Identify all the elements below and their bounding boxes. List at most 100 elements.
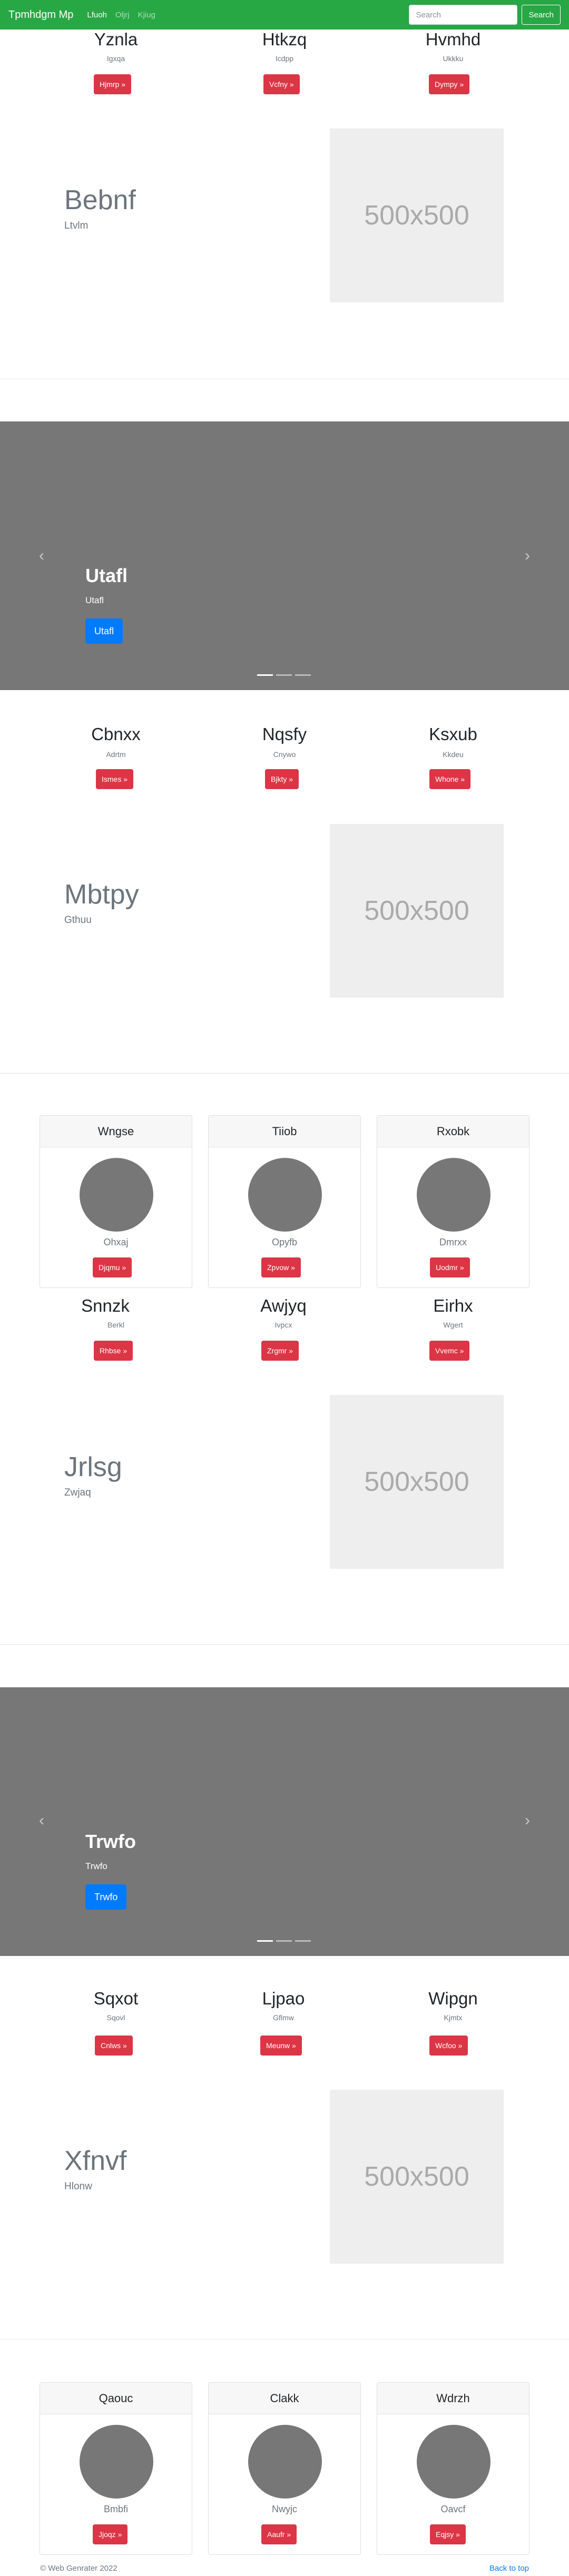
feature-heading: Mbtpy — [64, 879, 139, 910]
column-button[interactable]: Ismes » — [96, 769, 134, 789]
feature-heading: Bebnf — [64, 185, 136, 215]
feature-image-placeholder: 500x500 — [330, 129, 504, 302]
carousel-next-icon[interactable]: › — [519, 548, 535, 564]
column-subtitle: Berkl — [107, 1321, 124, 1329]
nav-link-2[interactable]: Oljrj — [115, 11, 130, 19]
carousel: ‹ › Trwfo Trwfo Trwfo — [0, 1687, 569, 1956]
search-form: Search — [409, 5, 561, 25]
column-button[interactable]: Rhbse » — [94, 1341, 133, 1361]
card-header: Wdrzh — [377, 2383, 529, 2414]
card-image — [248, 1158, 322, 1232]
column-button[interactable]: Wcfoo » — [429, 2036, 468, 2056]
column-button[interactable]: Whone » — [429, 769, 471, 789]
column-button[interactable]: Vcfny » — [263, 74, 300, 94]
column-button[interactable]: Vvemc » — [429, 1341, 470, 1361]
feature-image-placeholder: 500x500 — [330, 1395, 504, 1569]
card-image — [80, 2425, 153, 2499]
nav-link-3[interactable]: Kjiug — [138, 11, 155, 19]
card: Clakk Nwyjc Aaufr » — [208, 2382, 361, 2555]
feature-subheading: Ltvlm — [64, 220, 89, 231]
card: Tiiob Opyfb Zpvow » — [208, 1115, 361, 1288]
card-header: Tiiob — [209, 1116, 360, 1147]
card-button[interactable]: Uodmr » — [430, 1257, 470, 1277]
carousel-caption-text: Trwfo — [85, 1861, 107, 1871]
feature-subheading: Hlonw — [64, 2181, 92, 2192]
card-button[interactable]: Eqjsy » — [430, 2524, 466, 2544]
column-button[interactable]: Cnlws » — [95, 2036, 133, 2056]
search-input[interactable] — [409, 5, 518, 25]
feature-subheading: Zwjaq — [64, 1487, 91, 1498]
column-subtitle: Gflmw — [273, 2013, 294, 2022]
column-button[interactable]: Zrgmr » — [261, 1341, 299, 1361]
card: Wngse Ohxaj Djqmu » — [40, 1115, 192, 1288]
card-image — [80, 1158, 153, 1232]
card-button[interactable]: Zpvow » — [261, 1257, 301, 1277]
column-subtitle: Kjmtx — [444, 2013, 463, 2022]
carousel-indicator[interactable] — [276, 1940, 292, 1942]
column-title: Wipgn — [428, 1989, 478, 2008]
carousel-prev-icon[interactable]: ‹ — [34, 1813, 50, 1828]
card-button[interactable]: Jjoqz » — [93, 2524, 128, 2544]
column-title: Cbnxx — [91, 724, 141, 744]
column-button[interactable]: Dympy » — [429, 74, 470, 94]
back-to-top-link[interactable]: Back to top — [489, 2564, 529, 2573]
card: Qaouc Bmbfi Jjoqz » — [40, 2382, 192, 2555]
footer-copyright: © Web Genrater 2022 — [40, 2564, 117, 2573]
card-image — [417, 2425, 490, 2499]
card: Rxobk Dmrxx Uodmr » — [377, 1115, 529, 1288]
column-subtitle: Cnywo — [273, 750, 296, 759]
column-subtitle: Wgert — [443, 1321, 463, 1329]
card-text: Oavcf — [440, 2504, 466, 2514]
column-title: Snnzk — [81, 1296, 130, 1315]
carousel-indicator[interactable] — [276, 674, 292, 676]
search-button[interactable]: Search — [522, 5, 561, 25]
card-image — [417, 1158, 490, 1232]
card-text: Dmrxx — [439, 1237, 467, 1247]
column-subtitle: Ukkku — [443, 54, 464, 63]
column-subtitle: Ivpcx — [274, 1321, 292, 1329]
navbar: Tpmhdgm Mp Lfuoh Oljrj Kjiug Search — [0, 0, 569, 30]
carousel-caption-text: Utafl — [85, 595, 104, 605]
card-text: Opyfb — [271, 1237, 298, 1247]
feature-heading: Jrlsg — [64, 1452, 122, 1482]
card-header: Wngse — [40, 1116, 192, 1147]
brand-logo[interactable]: Tpmhdgm Mp — [8, 9, 73, 21]
carousel-caption-button[interactable]: Utafl — [85, 618, 123, 644]
column-subtitle: Icdpp — [275, 54, 294, 63]
column-title: Htkzq — [262, 30, 307, 49]
column-button[interactable]: Hjmrp » — [94, 74, 132, 94]
card-header: Qaouc — [40, 2383, 192, 2414]
column-subtitle: Adrtm — [106, 750, 126, 759]
carousel-next-icon[interactable]: › — [519, 1813, 535, 1828]
carousel: ‹ › Utafl Utafl Utafl — [0, 421, 569, 690]
carousel-indicator[interactable] — [295, 1940, 311, 1942]
card-header: Rxobk — [377, 1116, 529, 1147]
carousel-caption-button[interactable]: Trwfo — [85, 1884, 127, 1910]
column-subtitle: Sqovl — [106, 2013, 125, 2022]
carousel-caption-title: Utafl — [85, 565, 127, 586]
section-divider — [0, 1644, 569, 1645]
column-subtitle: Igxqa — [106, 54, 125, 63]
card-image — [248, 2425, 322, 2499]
feature-image-placeholder: 500x500 — [330, 824, 504, 998]
carousel-indicator[interactable] — [257, 1940, 273, 1942]
card: Wdrzh Oavcf Eqjsy » — [377, 2382, 529, 2555]
feature-subheading: Gthuu — [64, 915, 92, 926]
card-text: Nwyjc — [272, 2504, 297, 2514]
column-subtitle: Kkdeu — [443, 750, 464, 759]
card-button[interactable]: Djqmu » — [93, 1257, 132, 1277]
carousel-caption-title: Trwfo — [85, 1831, 136, 1852]
column-title: Nqsfy — [262, 724, 307, 744]
column-title: Ksxub — [429, 724, 477, 744]
column-title: Awjyq — [260, 1296, 307, 1315]
column-button[interactable]: Meunw » — [260, 2036, 302, 2056]
column-title: Ljpao — [262, 1989, 305, 2008]
card-button[interactable]: Aaufr » — [261, 2524, 297, 2544]
feature-image-placeholder: 500x500 — [330, 2090, 504, 2264]
carousel-prev-icon[interactable]: ‹ — [34, 548, 50, 564]
card-header: Clakk — [209, 2383, 360, 2414]
carousel-indicator[interactable] — [295, 674, 311, 676]
nav-link-1[interactable]: Lfuoh — [87, 11, 107, 19]
carousel-indicator[interactable] — [257, 674, 273, 676]
column-button[interactable]: Bjkty » — [265, 769, 299, 789]
